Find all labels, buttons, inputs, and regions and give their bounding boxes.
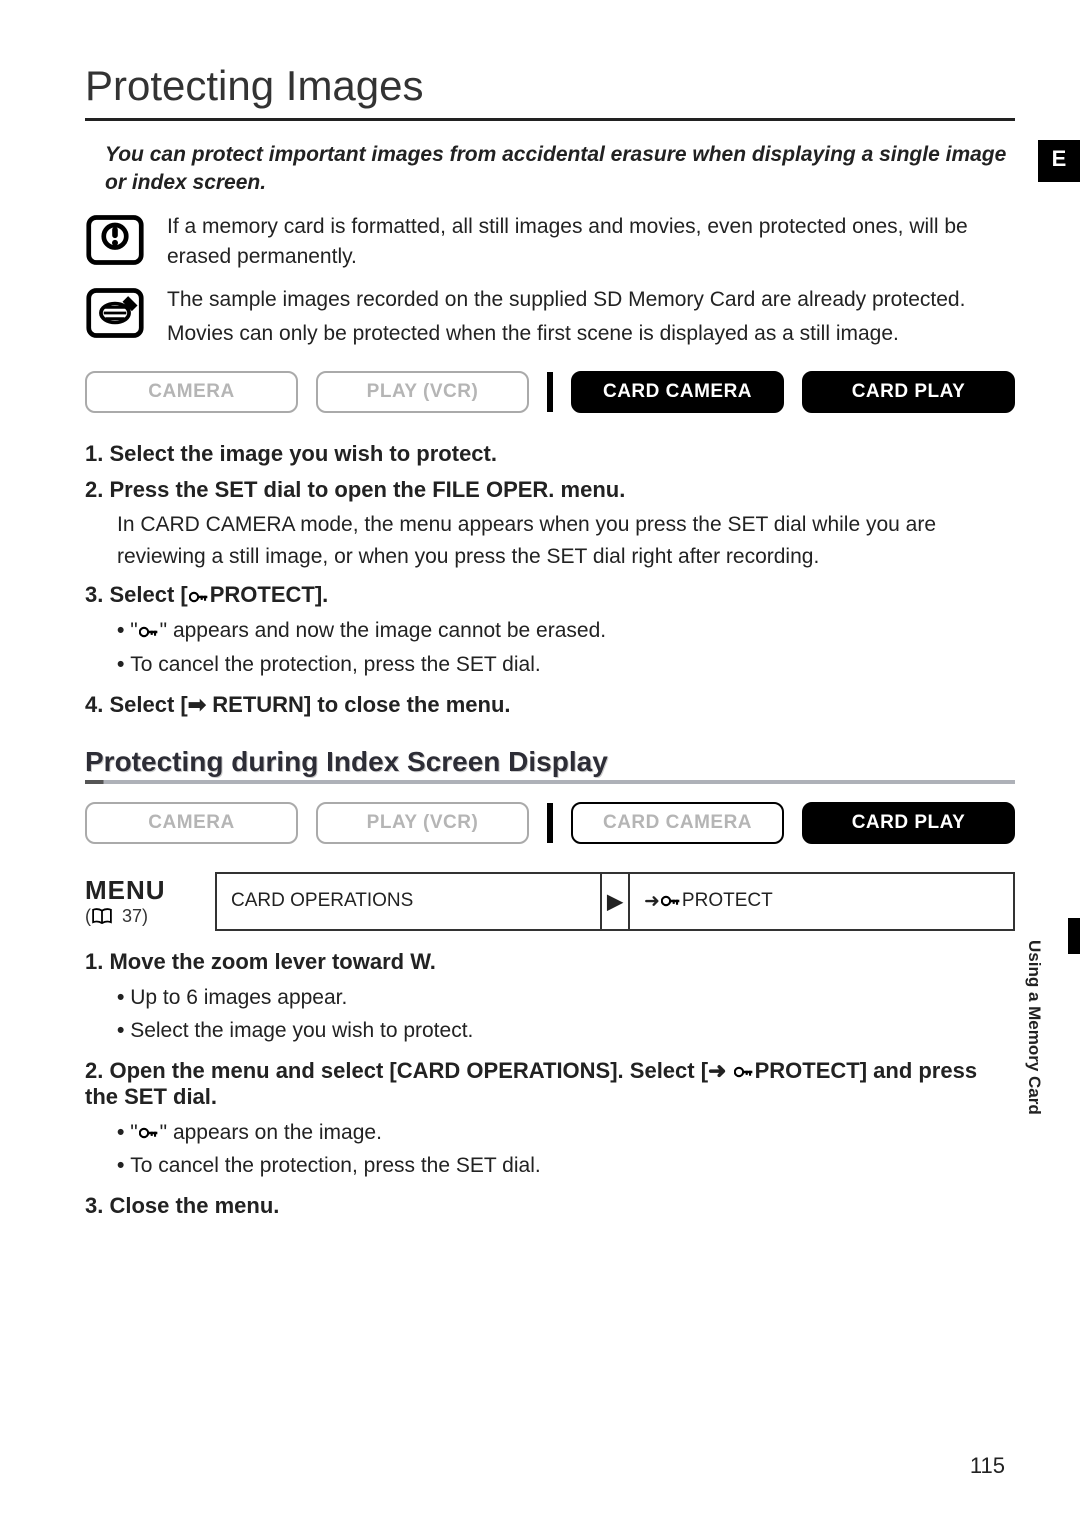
sec-step-1-bullet-1: Up to 6 images appear. bbox=[117, 981, 1015, 1015]
sec-step-2: 2. Open the menu and select [CARD OPERAT… bbox=[85, 1058, 1015, 1110]
warning-icon bbox=[85, 212, 145, 268]
s3b1-post: " appears and now the image cannot be er… bbox=[160, 619, 606, 642]
menu-reference: ( 37) bbox=[85, 906, 205, 927]
mode-camera: CAMERA bbox=[85, 371, 298, 413]
menu-right-post: PROTECT bbox=[682, 890, 773, 912]
step-4: 4. Select [➡ RETURN] to close the menu. bbox=[85, 692, 1015, 718]
mode-card-camera-2: CARD CAMERA bbox=[571, 802, 784, 844]
menu-step-2: ➜ PROTECT bbox=[630, 874, 1013, 929]
mode-play-vcr-2: PLAY (VCR) bbox=[316, 802, 529, 844]
step-2-body: In CARD CAMERA mode, the menu appears wh… bbox=[117, 509, 1015, 572]
step-2: 2. Press the SET dial to open the FILE O… bbox=[85, 477, 1015, 503]
key-icon bbox=[189, 590, 209, 604]
sec-s2b1-post: " appears on the image. bbox=[160, 1121, 382, 1144]
sec-s2-pre: 2. Open the menu and select [CARD OPERAT… bbox=[85, 1058, 733, 1083]
key-icon bbox=[139, 625, 159, 639]
notes-icon bbox=[85, 285, 145, 341]
page-number: 115 bbox=[970, 1453, 1005, 1479]
key-icon bbox=[734, 1065, 754, 1079]
note-line-1: The sample images recorded on the suppli… bbox=[167, 285, 1015, 315]
step-3-pre: 3. Select [ bbox=[85, 582, 188, 607]
subheading: Protecting during Index Screen Display bbox=[85, 746, 1015, 778]
section-tab-bar bbox=[1068, 918, 1080, 954]
step-3-post: PROTECT]. bbox=[210, 582, 329, 607]
step-3-bullet-2: To cancel the protection, press the SET … bbox=[117, 648, 1015, 682]
page-title: Protecting Images bbox=[85, 62, 1015, 110]
menu-label: MENU bbox=[85, 875, 205, 906]
sec-s2b1-pre: " bbox=[130, 1121, 137, 1144]
sec-step-2-bullet-1: " " appears on the image. bbox=[117, 1116, 1015, 1150]
sec-step-1: 1. Move the zoom lever toward W. bbox=[85, 949, 1015, 975]
warning-text: If a memory card is formatted, all still… bbox=[167, 212, 1015, 273]
sec-step-2-bullet-2: To cancel the protection, press the SET … bbox=[117, 1149, 1015, 1183]
s3b1-pre: " bbox=[130, 619, 137, 642]
sec-step-1-bullet-2: Select the image you wish to protect. bbox=[117, 1014, 1015, 1048]
step-3: 3. Select [ PROTECT]. bbox=[85, 582, 1015, 608]
title-rule bbox=[85, 118, 1015, 121]
menu-ref-num: 37) bbox=[117, 906, 148, 926]
key-icon bbox=[661, 894, 681, 908]
mode-separator bbox=[547, 372, 553, 412]
mode-camera-2: CAMERA bbox=[85, 802, 298, 844]
note-line-2: Movies can only be protected when the fi… bbox=[167, 319, 1015, 349]
menu-arrow-icon: ▶ bbox=[600, 874, 630, 929]
language-tab: E bbox=[1038, 140, 1080, 182]
step-3-bullet-1: " " appears and now the image cannot be e… bbox=[117, 614, 1015, 648]
mode-row-primary: CAMERA PLAY (VCR) CARD CAMERA CARD PLAY bbox=[85, 371, 1015, 413]
key-icon bbox=[139, 1126, 159, 1140]
section-label: Using a Memory Card bbox=[1024, 940, 1044, 1115]
menu-path: MENU ( 37) CARD OPERATIONS ▶ ➜ PROTECT bbox=[85, 872, 1015, 931]
intro-text: You can protect important images from ac… bbox=[85, 141, 1015, 198]
mode-card-camera: CARD CAMERA bbox=[571, 371, 784, 413]
sec-step-3: 3. Close the menu. bbox=[85, 1193, 1015, 1219]
step-1: 1. Select the image you wish to protect. bbox=[85, 441, 1015, 467]
mode-separator-2 bbox=[547, 803, 553, 843]
notes-text: The sample images recorded on the suppli… bbox=[167, 285, 1015, 354]
mode-card-play: CARD PLAY bbox=[802, 371, 1015, 413]
mode-card-play-2: CARD PLAY bbox=[802, 802, 1015, 844]
subheading-rule bbox=[85, 780, 1015, 784]
menu-step-1: CARD OPERATIONS bbox=[217, 874, 600, 929]
mode-play-vcr: PLAY (VCR) bbox=[316, 371, 529, 413]
mode-row-secondary: CAMERA PLAY (VCR) CARD CAMERA CARD PLAY bbox=[85, 802, 1015, 844]
menu-right-pre: ➜ bbox=[644, 890, 660, 913]
book-icon bbox=[91, 908, 113, 924]
